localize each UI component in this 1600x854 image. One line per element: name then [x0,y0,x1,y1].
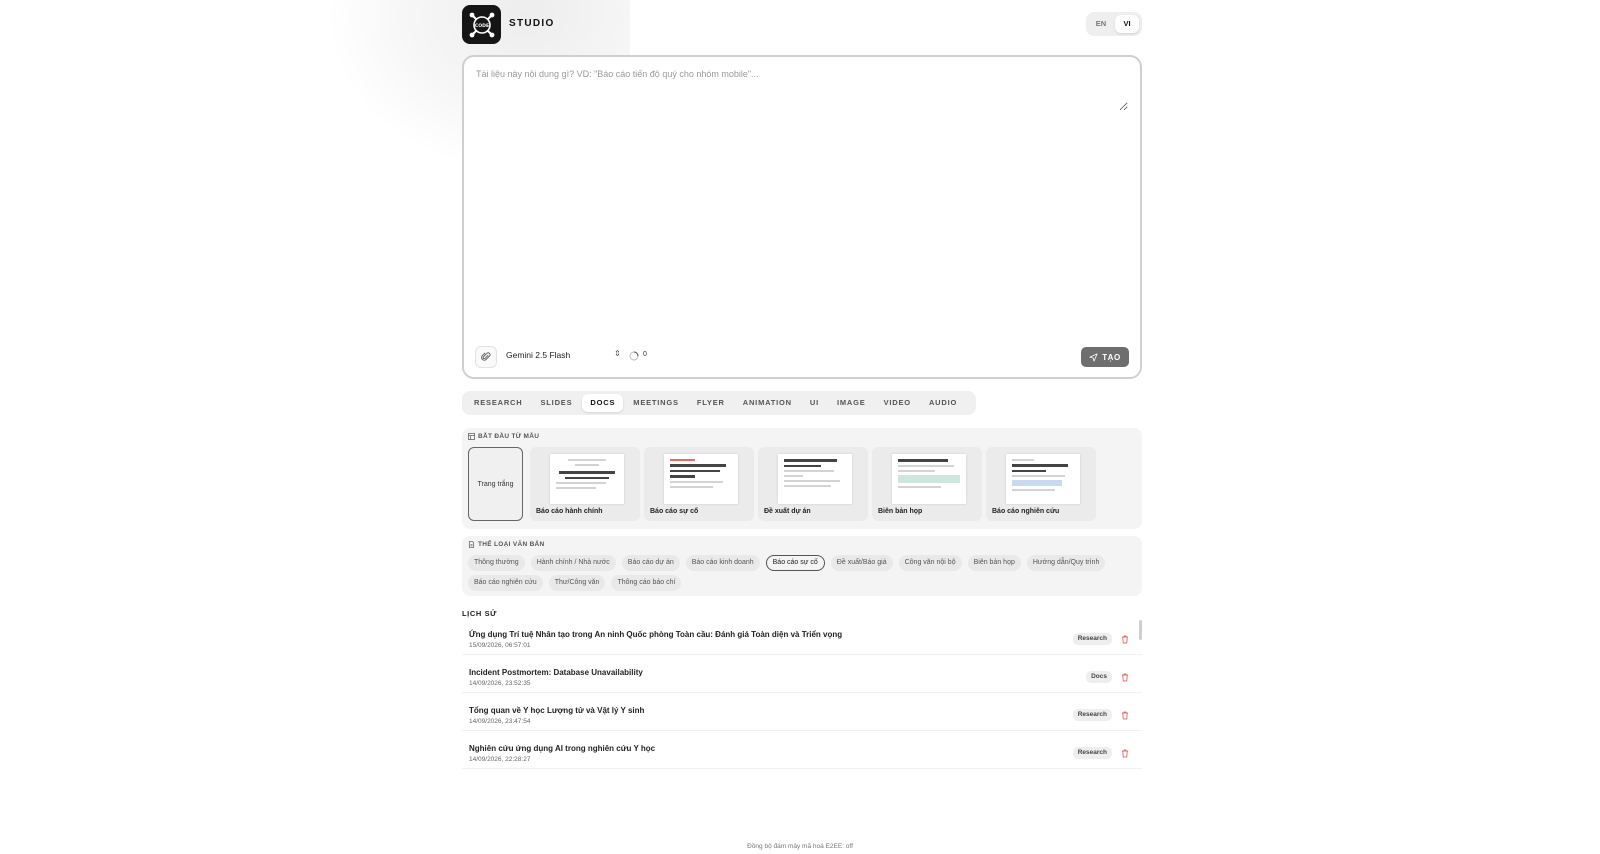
doc-type-chip[interactable]: Báo cáo dự án [621,555,680,571]
templates-label-text: BẮT ĐẦU TỪ MẪU [478,433,540,440]
history-item-badge: Research [1072,709,1112,721]
history-item-badge: Docs [1086,671,1112,683]
trash-icon [1122,711,1128,719]
template-name: Báo cáo sự cố [650,508,699,515]
tab-meetings[interactable]: MEETINGS [625,394,687,412]
svg-text:CODE: CODE [474,23,488,29]
doc-type-chip[interactable]: Biên bản họp [967,555,1021,571]
history-item-date: 14/09/2026, 23:52:35 [469,680,531,687]
history-item-title: Nghiên cứu ứng dụng AI trong nghiên cứu … [469,744,656,753]
brand-name: STUDIO [509,18,555,29]
doc-type-chip-selected[interactable]: Báo cáo sự cố [765,555,825,571]
doc-type-chip[interactable]: Công văn nội bộ [898,555,962,571]
create-button[interactable]: TẠO [1081,347,1129,367]
tab-audio[interactable]: AUDIO [921,394,965,412]
template-preview [1006,454,1080,504]
doc-type-chip[interactable]: Thông cáo báo chí [611,575,682,591]
tab-flyer[interactable]: FLYER [689,394,733,412]
loading-spinner-icon [629,351,639,361]
history-item-title: Ứng dụng Trí tuệ Nhân tạo trong An ninh … [469,630,843,639]
trash-icon [1122,673,1128,681]
send-icon [1089,352,1098,362]
history-item[interactable]: Nghiên cứu ứng dụng AI trong nghiên cứu … [462,734,1142,769]
tab-slides[interactable]: SLIDES [533,394,581,412]
template-blank[interactable]: Trang trắng [468,447,523,521]
tab-video[interactable]: VIDEO [876,394,919,412]
template-preview [550,454,624,504]
doc-type-chip[interactable]: Báo cáo nghiên cứu [468,575,543,591]
template-name: Biên bản họp [878,508,923,515]
doc-type-chip[interactable]: Báo cáo kinh doanh [685,555,760,571]
header: CODE STUDIO EN VI [462,5,1142,45]
doc-types-label: THỂ LOẠI VĂN BẢN [468,541,545,548]
delete-button[interactable] [1118,708,1132,722]
history-item[interactable]: Incident Postmortem: Database Unavailabi… [462,658,1142,693]
template-name: Đề xuất dự án [764,508,811,515]
history-item-date: 14/09/2026, 23:47:54 [469,718,531,725]
tab-docs[interactable]: DOCS [582,394,624,412]
model-select[interactable]: Gemini 2.5 Flash [506,350,626,360]
templates-panel: BẮT ĐẦU TỪ MẪU Trang trắng Báo cáo hành … [462,428,1142,529]
template-card[interactable]: Biên bản họp [872,447,982,521]
history-title: LỊCH SỬ [462,609,498,618]
paperclip-icon [481,352,491,361]
template-card[interactable]: Báo cáo hành chính [530,447,640,521]
template-card[interactable]: Đề xuất dự án [758,447,868,521]
template-name: Báo cáo nghiên cứu [992,508,1060,515]
trash-icon [1122,749,1128,757]
tab-animation[interactable]: ANIMATION [735,394,800,412]
logo-mark-icon: CODE [469,12,494,37]
history-item-title: Tổng quan về Y học Lượng tử và Vật lý Y … [469,706,645,715]
doc-type-chip[interactable]: Thư/Công văn [548,575,606,591]
delete-button[interactable] [1118,632,1132,646]
template-preview [778,454,852,504]
language-switcher: EN VI [1086,12,1142,36]
template-preview [664,454,738,504]
select-chevron-icon: ⇕ [614,349,621,358]
doc-type-chip[interactable]: Hành chính / Nhà nước [530,555,616,571]
history-scrollbar[interactable] [1139,620,1142,640]
logo[interactable]: CODE [462,5,501,44]
composer: Gemini 2.5 Flash ⇕ 0 TẠO [462,55,1142,379]
create-label: TẠO [1102,352,1121,362]
history-item-title: Incident Postmortem: Database Unavailabi… [469,668,643,677]
history-item[interactable]: Ứng dụng Trí tuệ Nhân tạo trong An ninh … [462,620,1142,655]
tab-image[interactable]: IMAGE [829,394,874,412]
template-preview [892,454,966,504]
tab-ui[interactable]: UI [802,394,827,412]
template-grid-icon [468,433,475,440]
history-item-date: 15/09/2026, 06:57:01 [469,642,531,649]
doc-types-panel: THỂ LOẠI VĂN BẢN Thông thường Hành chính… [462,536,1142,596]
attach-button[interactable] [475,346,497,368]
history-item-badge: Research [1072,633,1112,645]
lang-en[interactable]: EN [1089,15,1113,33]
doc-type-chip[interactable]: Hướng dẫn/Quy trình [1026,555,1106,571]
template-card[interactable]: Báo cáo sự cố [644,447,754,521]
history-list: Ứng dụng Trí tuệ Nhân tạo trong An ninh … [462,620,1142,772]
history-item[interactable]: Tổng quan về Y học Lượng tử và Vật lý Y … [462,696,1142,731]
template-card[interactable]: Báo cáo nghiên cứu [986,447,1096,521]
delete-button[interactable] [1118,746,1132,760]
doc-type-chips: Thông thường Hành chính / Nhà nước Báo c… [468,555,1128,591]
document-icon [468,541,475,548]
credits-count: 0 [643,351,647,358]
doc-type-chip[interactable]: Đề xuất/Báo giá [830,555,893,571]
mode-tabs: RESEARCH SLIDES DOCS MEETINGS FLYER ANIM… [462,391,976,415]
delete-button[interactable] [1118,670,1132,684]
prompt-input[interactable] [474,67,1128,111]
sync-status: Đồng bộ đám mây mã hoá E2EE: off [747,843,853,850]
history-item-badge: Research [1072,747,1112,759]
lang-vi[interactable]: VI [1115,15,1139,33]
tab-research[interactable]: RESEARCH [466,394,531,412]
doc-types-label-text: THỂ LOẠI VĂN BẢN [478,541,545,548]
trash-icon [1122,635,1128,643]
doc-type-chip[interactable]: Thông thường [468,555,525,571]
templates-label: BẮT ĐẦU TỪ MẪU [468,433,539,440]
history-item-date: 14/09/2026, 22:28:27 [469,756,531,763]
template-name: Báo cáo hành chính [536,508,603,515]
